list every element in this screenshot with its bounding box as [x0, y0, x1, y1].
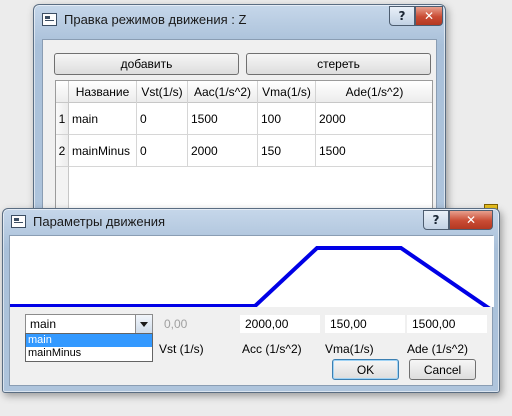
vst-label: Vst (1/s) [159, 342, 204, 356]
combo-value: main [30, 317, 57, 331]
column-header-name[interactable]: Название [69, 81, 137, 103]
ok-button[interactable]: OK [332, 359, 399, 380]
close-button[interactable]: ✕ [449, 210, 493, 230]
table-cell-name[interactable]: mainMinus [69, 135, 137, 167]
table-cell-vma[interactable]: 100 [258, 103, 316, 135]
app-window-icon [11, 215, 26, 228]
window-title: Правка режимов движения : Z [64, 12, 247, 27]
close-icon: ✕ [465, 213, 477, 227]
close-button[interactable]: ✕ [415, 6, 443, 26]
dropdown-option-mainminus[interactable]: mainMinus [26, 347, 152, 360]
corner-cell[interactable] [56, 81, 69, 103]
add-button[interactable]: добавить [54, 53, 239, 75]
mode-combobox[interactable]: main [25, 314, 153, 334]
window-client-area: добавить стереть Название Vst(1/s) Aac(1… [42, 39, 437, 230]
ade-label: Ade (1/s^2) [407, 342, 468, 356]
dropdown-option-main[interactable]: main [26, 334, 152, 347]
clear-button[interactable]: стереть [246, 53, 431, 75]
row-header[interactable]: 2 [56, 135, 69, 167]
help-button[interactable]: ? [389, 6, 415, 26]
table-cell-vst[interactable]: 0 [137, 103, 188, 135]
help-icon: ? [432, 213, 440, 227]
table-cell-vst[interactable]: 0 [137, 135, 188, 167]
vma-field[interactable]: 150,00 [325, 315, 405, 333]
acc-field[interactable]: 2000,00 [240, 315, 320, 333]
column-header-ade[interactable]: Ade(1/s^2) [316, 81, 432, 103]
column-header-vst[interactable]: Vst(1/s) [137, 81, 188, 103]
table-cell-aac[interactable]: 2000 [188, 135, 258, 167]
help-button[interactable]: ? [423, 210, 449, 230]
combo-dropdown-button[interactable] [135, 315, 152, 333]
mode-dropdown-list: main mainMinus [25, 333, 153, 362]
cancel-button[interactable]: Cancel [409, 359, 476, 380]
motion-profile-plot [10, 236, 494, 307]
table-cell-ade[interactable]: 2000 [316, 103, 432, 135]
vma-label: Vma(1/s) [325, 342, 374, 356]
column-header-aac[interactable]: Aac(1/s^2) [188, 81, 258, 103]
table-cell-vma[interactable]: 150 [258, 135, 316, 167]
dialog-client-area: main main mainMinus 0,00 2000,00 150,00 … [9, 235, 494, 386]
app-window-icon [42, 13, 57, 26]
dialog-title: Параметры движения [33, 214, 166, 229]
column-header-vma[interactable]: Vma(1/s) [258, 81, 316, 103]
chevron-down-icon [140, 321, 148, 327]
row-header[interactable]: 1 [56, 103, 69, 135]
vst-field: 0,00 [159, 315, 239, 333]
motion-parameters-dialog: Параметры движения ? ✕ main main mainMin… [2, 208, 500, 393]
help-icon: ? [398, 9, 406, 23]
table-cell-ade[interactable]: 1500 [316, 135, 432, 167]
table-cell-name[interactable]: main [69, 103, 137, 135]
title-bar[interactable]: Правка режимов движения : Z ? ✕ [34, 5, 445, 35]
table-header: Название Vst(1/s) Aac(1/s^2) Vma(1/s) Ad… [56, 81, 432, 103]
table-cell-aac[interactable]: 1500 [188, 103, 258, 135]
plot-background [10, 236, 494, 307]
acc-label: Acc (1/s^2) [242, 342, 302, 356]
motion-modes-window: Правка режимов движения : Z ? ✕ добавить… [33, 4, 446, 230]
close-icon: ✕ [423, 9, 435, 23]
ade-field[interactable]: 1500,00 [407, 315, 487, 333]
